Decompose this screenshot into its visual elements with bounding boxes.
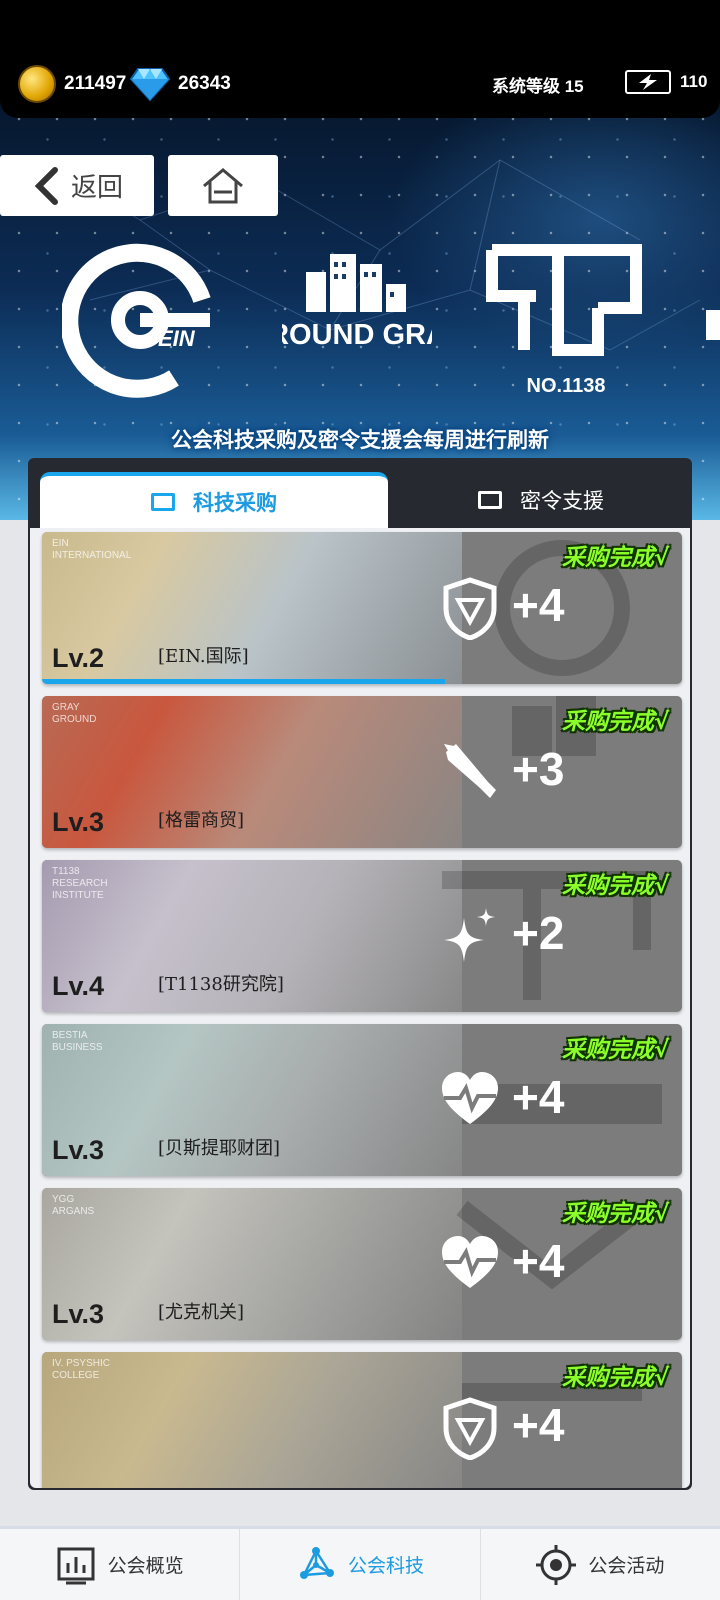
bonus-value: +4 — [512, 1071, 565, 1123]
back-label: 返回 — [70, 173, 123, 203]
purchase-complete-badge: 采购完成√ — [562, 1365, 670, 1391]
tech-level: Lv.3 — [52, 1135, 105, 1165]
network-icon — [299, 1546, 334, 1579]
sparkle-icon — [444, 908, 495, 962]
tech-progress-bar — [42, 679, 445, 684]
tab-secret-support-label: 密令支援 — [520, 489, 604, 513]
bonus-value: +3 — [512, 743, 565, 795]
tab-tech-purchase[interactable]: 科技采购 — [40, 472, 388, 528]
shield-icon — [443, 1397, 497, 1460]
heartbeat-icon — [442, 1236, 498, 1288]
shield-icon — [443, 577, 497, 640]
bonus-value: +4 — [512, 1399, 565, 1451]
chart-icon — [57, 1547, 95, 1584]
faction-tag: GRAY GROUND — [52, 702, 97, 725]
card-icon — [151, 493, 175, 511]
bonus-value: +4 — [512, 1235, 565, 1287]
status-bar: 211497 26343 系统等级 15 110 — [0, 0, 720, 118]
weapon-icon — [444, 744, 496, 798]
purchase-complete-badge: 采购完成√ — [562, 545, 670, 571]
faction-name: [贝斯提耶财团] — [158, 1138, 281, 1159]
faction-tag: IV. PSYSHIC COLLEGE — [52, 1358, 110, 1381]
next-logo-partial — [706, 310, 720, 340]
ein-logo: EIN — [62, 243, 211, 398]
faction-tag: EIN INTERNATIONAL — [52, 538, 132, 561]
nav-guild-activity-label: 公会活动 — [588, 1555, 665, 1577]
tech-list: EIN INTERNATIONAL Lv.2 [EIN.国际] +4 GRAY … — [30, 528, 690, 1488]
refresh-notice: 公会科技采购及密令支援会每周进行刷新 — [171, 428, 549, 452]
stamina-amount: 110 — [680, 72, 708, 91]
tech-level: Lv.3 — [52, 1299, 105, 1329]
gold-resource[interactable]: 211497 — [18, 64, 126, 104]
faction-name: [格雷商贸] — [158, 810, 245, 831]
system-level: 系统等级 15 — [492, 77, 584, 96]
ground-gray-logo-text: GROUND GRAY. — [282, 319, 432, 351]
tech-level: Lv.2 — [52, 643, 105, 673]
purchase-complete-badge: 采购完成√ — [562, 873, 670, 899]
ground-gray-logo: GROUND GRAY. — [282, 254, 432, 351]
nav-guild-overview[interactable]: 公会概览 — [0, 1529, 241, 1600]
faction-tag: T1138 RESEARCH INSTITUTE — [52, 866, 108, 901]
diamond-amount: 26343 — [178, 73, 231, 94]
tab-tech-purchase-label: 科技采购 — [193, 491, 277, 515]
home-button[interactable] — [168, 155, 278, 216]
nav-guild-activity[interactable]: 公会活动 — [481, 1529, 720, 1600]
back-button[interactable]: 返回 — [0, 155, 154, 216]
gold-amount: 211497 — [64, 73, 127, 94]
energy-battery-icon — [625, 70, 671, 94]
t1138-logo: NO.1138 — [486, 244, 642, 397]
faction-tag: BESTIA BUSINESS — [52, 1030, 103, 1053]
nav-guild-overview-label: 公会概览 — [107, 1555, 184, 1577]
diamond-resource[interactable]: 26343 — [130, 64, 231, 104]
faction-name: [尤克机关] — [158, 1302, 245, 1323]
faction-name: [EIN.国际] — [158, 646, 249, 667]
faction-tag: YGG ARGANS — [52, 1194, 95, 1217]
bottom-nav: 公会概览 公会科技 公会活动 — [0, 1526, 720, 1600]
t1138-logo-text: NO.1138 — [527, 375, 606, 397]
tech-level: Lv.4 — [52, 971, 105, 1001]
nav-guild-tech-label: 公会科技 — [347, 1555, 424, 1577]
home-icon — [203, 167, 243, 203]
bonus-value: +4 — [512, 579, 565, 631]
purchase-complete-badge: 采购完成√ — [562, 1201, 670, 1227]
chevron-left-icon — [34, 166, 58, 205]
gold-coin-icon — [18, 65, 56, 103]
purchase-complete-badge: 采购完成√ — [562, 1037, 670, 1063]
tech-level: Lv.3 — [52, 807, 105, 837]
bonus-value: +2 — [512, 907, 565, 959]
diamond-icon — [130, 68, 170, 101]
ein-logo-text: EIN — [158, 326, 196, 351]
target-icon — [536, 1544, 577, 1585]
tab-secret-support[interactable]: 密令支援 — [392, 472, 690, 528]
heartbeat-icon — [442, 1072, 498, 1124]
faction-name: [T1138研究院] — [158, 974, 284, 995]
card-icon — [478, 491, 502, 509]
purchase-complete-badge: 采购完成√ — [562, 709, 670, 735]
nav-guild-tech[interactable]: 公会科技 — [240, 1529, 481, 1600]
tech-panel: 科技采购 密令支援 EIN INTERNATIONAL Lv.2 [EIN.国际… — [28, 458, 692, 1490]
